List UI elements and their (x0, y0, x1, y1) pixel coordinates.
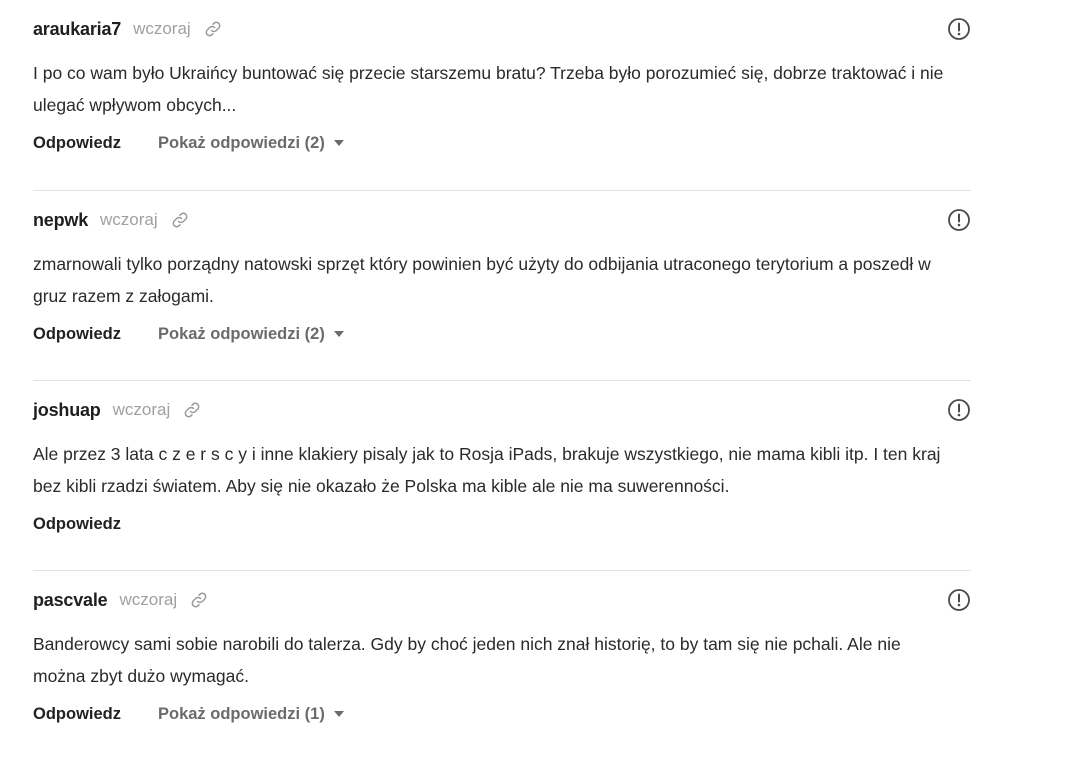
show-replies-label: Pokaż odpowiedzi (1) (158, 704, 325, 723)
link-icon[interactable] (189, 590, 209, 610)
comment-text: zmarnowali tylko porządny natowski sprzę… (33, 254, 931, 306)
comment-item: pascvale wczoraj Banderowcy sami sobie n… (33, 570, 971, 760)
link-icon[interactable] (182, 400, 202, 420)
comment-author[interactable]: pascvale (33, 590, 108, 611)
reply-button[interactable]: Odpowiedz (33, 515, 121, 534)
comment-actions: Odpowiedz Pokaż odpowiedzi (2) (33, 131, 971, 155)
comment-author[interactable]: nepwk (33, 210, 88, 231)
comment-actions: Odpowiedz (33, 512, 971, 536)
reply-button[interactable]: Odpowiedz (33, 705, 121, 724)
show-replies-label: Pokaż odpowiedzi (2) (158, 133, 325, 152)
comment-header: pascvale wczoraj (33, 588, 971, 612)
show-replies-button[interactable]: Pokaż odpowiedzi (2) (158, 134, 344, 153)
reply-button[interactable]: Odpowiedz (33, 325, 121, 344)
comment-header: nepwk wczoraj (33, 208, 971, 232)
show-replies-button[interactable]: Pokaż odpowiedzi (2) (158, 325, 344, 344)
comment-list: araukaria7 wczoraj I po co wam było Ukra… (33, 0, 971, 760)
comment-author[interactable]: araukaria7 (33, 19, 121, 40)
link-icon[interactable] (203, 19, 223, 39)
comment-timestamp: wczoraj (119, 590, 178, 609)
link-icon[interactable] (170, 210, 190, 230)
report-exclamation-icon[interactable] (947, 588, 971, 612)
comment-item: nepwk wczoraj zmarnowali tylko porządny … (33, 190, 971, 380)
report-exclamation-icon[interactable] (947, 398, 971, 422)
comment-item: araukaria7 wczoraj I po co wam było Ukra… (33, 0, 971, 190)
comment-text: I po co wam było Ukraińcy buntować się p… (33, 63, 944, 115)
comment-header: joshuap wczoraj (33, 398, 971, 422)
comment-actions: Odpowiedz Pokaż odpowiedzi (1) (33, 702, 971, 726)
comment-timestamp: wczoraj (133, 19, 191, 38)
caret-down-icon (333, 331, 344, 337)
report-exclamation-icon[interactable] (947, 208, 971, 232)
reply-button[interactable]: Odpowiedz (33, 134, 121, 153)
comment-actions: Odpowiedz Pokaż odpowiedzi (2) (33, 322, 971, 346)
caret-down-icon (333, 711, 344, 717)
comment-header: araukaria7 wczoraj (33, 17, 971, 41)
show-replies-label: Pokaż odpowiedzi (2) (158, 324, 325, 343)
comment-text: Ale przez 3 lata c z e r s c y i inne kl… (33, 444, 941, 496)
comment-text: Banderowcy sami sobie narobili do talerz… (33, 634, 901, 686)
caret-down-icon (333, 140, 344, 146)
comment-timestamp: wczoraj (100, 210, 158, 229)
report-exclamation-icon[interactable] (947, 17, 971, 41)
comment-item: joshuap wczoraj Ale przez 3 lata c z e r… (33, 380, 971, 570)
show-replies-button[interactable]: Pokaż odpowiedzi (1) (158, 705, 344, 724)
comment-author[interactable]: joshuap (33, 400, 101, 421)
comment-timestamp: wczoraj (112, 400, 171, 419)
